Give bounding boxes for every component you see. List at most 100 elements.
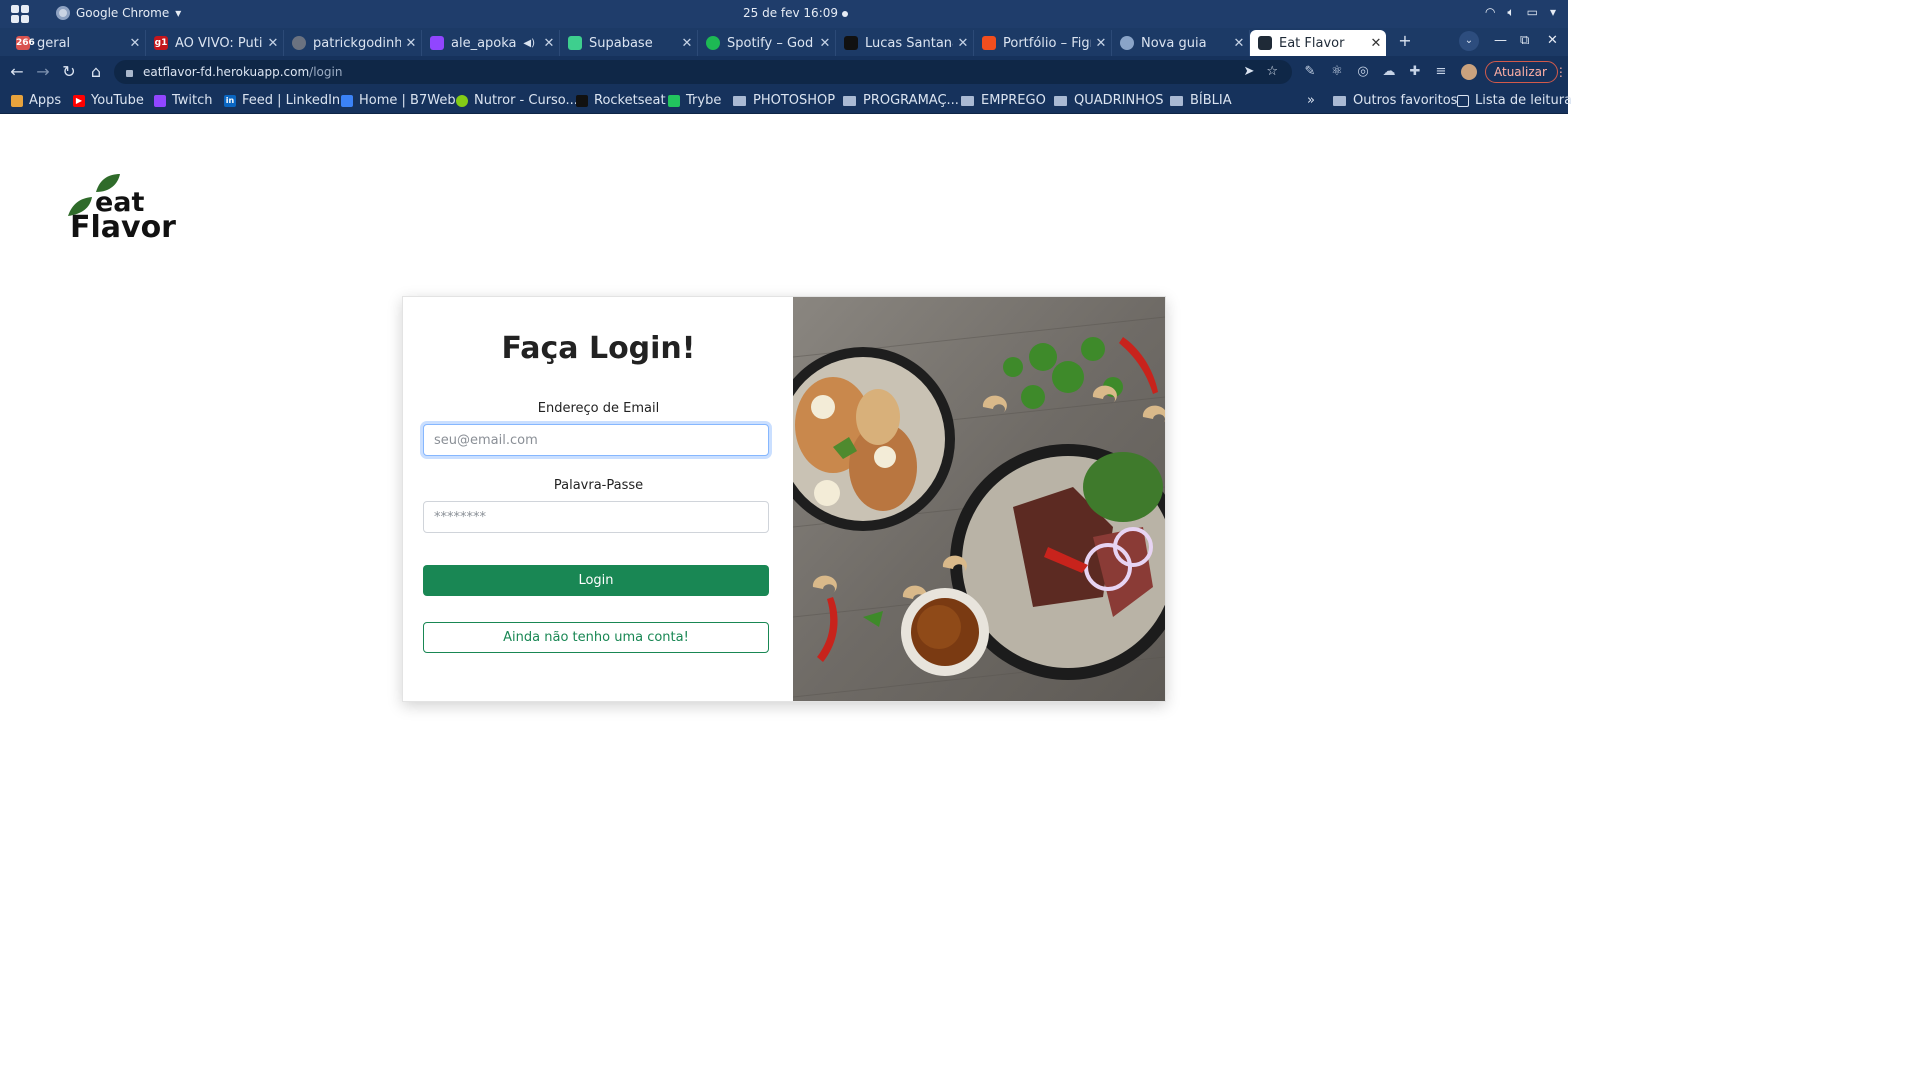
bookmark-other-favorites[interactable]: Outros favoritos: [1333, 93, 1457, 108]
tab-close-icon[interactable]: ✕: [815, 36, 835, 51]
tab-title: Portfólio – Figm: [1003, 35, 1091, 51]
send-tab-icon[interactable]: ➤: [1243, 64, 1254, 79]
battery-icon: ▭: [1526, 5, 1538, 19]
url-path: /login: [309, 65, 343, 79]
reload-icon[interactable]: ↻: [58, 62, 80, 81]
chrome-icon: [56, 6, 70, 20]
tab-close-icon[interactable]: ✕: [1091, 36, 1111, 51]
react-devtools-icon[interactable]: ⚛: [1329, 64, 1345, 80]
signup-button[interactable]: Ainda não tenho uma conta!: [423, 622, 769, 653]
logo-line2: Flavor: [70, 210, 176, 242]
os-top-bar: Google Chrome ▾ 25 de fev 16:09 ◠ 🔈︎ ▭ ▾: [0, 0, 1568, 28]
kebab-menu-icon[interactable]: ⋮: [1555, 65, 1567, 79]
folder-icon: [733, 95, 746, 106]
twitch-icon: [430, 36, 444, 50]
puzzle-extensions-icon[interactable]: ✚: [1407, 64, 1423, 80]
tab-supabase[interactable]: Supabase ✕: [560, 30, 698, 56]
tab-close-icon[interactable]: ✕: [1229, 36, 1249, 51]
tab-geral[interactable]: 266 geral ✕: [8, 30, 146, 56]
tab-close-icon[interactable]: ✕: [263, 36, 283, 51]
target-extension-icon[interactable]: ◎: [1355, 64, 1371, 80]
email-field[interactable]: [423, 424, 769, 456]
reading-list-icon: [1457, 94, 1469, 107]
forward-icon[interactable]: →: [32, 62, 54, 81]
bookmark-trybe[interactable]: Trybe: [668, 93, 721, 108]
youtube-icon: ▶: [73, 94, 85, 107]
tab-close-icon[interactable]: ✕: [677, 36, 697, 51]
bookmark-label: Feed | LinkedIn: [242, 93, 341, 108]
folder-icon: [1170, 95, 1183, 106]
tab-close-icon[interactable]: ✕: [125, 36, 145, 51]
github-icon: [292, 36, 306, 50]
tab-eat-flavor[interactable]: Eat Flavor ✕: [1250, 30, 1386, 56]
tab-nova-guia[interactable]: Nova guia ✕: [1112, 30, 1250, 56]
bookmark-label: Trybe: [686, 93, 722, 108]
bookmark-folder-photoshop[interactable]: PHOTOSHOP: [733, 93, 835, 108]
audio-playing-icon[interactable]: ◀︎): [523, 38, 535, 49]
cloud-extension-icon[interactable]: ☁: [1381, 64, 1397, 80]
tab-title: ale_apoka: [451, 35, 517, 51]
bookmark-folder-biblia[interactable]: BÍBLIA: [1170, 93, 1232, 108]
bookmark-folder-programacao[interactable]: PROGRAMAÇ...: [843, 93, 959, 108]
nutror-icon: [456, 94, 468, 107]
reading-list[interactable]: Lista de leitura: [1457, 93, 1572, 108]
chrome-icon: [1120, 36, 1134, 50]
login-form: Faça Login! Endereço de Email Palavra-Pa…: [403, 297, 793, 701]
b7web-icon: [341, 94, 353, 107]
bookmarks-overflow-icon[interactable]: »: [1307, 93, 1315, 108]
activities-grid-icon[interactable]: [11, 5, 29, 23]
eat-flavor-logo[interactable]: eat Flavor: [66, 172, 176, 242]
lock-icon[interactable]: [126, 69, 133, 77]
bookmark-nutror[interactable]: Nutror - Curso...: [456, 93, 578, 108]
bookmark-b7web[interactable]: Home | B7Web: [341, 93, 456, 108]
app-menu[interactable]: Google Chrome ▾: [56, 6, 181, 20]
bookmark-folder-emprego[interactable]: EMPREGO: [961, 93, 1046, 108]
tab-close-icon[interactable]: ✕: [1366, 36, 1386, 51]
home-icon[interactable]: ⌂: [85, 62, 107, 81]
window-close-icon[interactable]: ✕: [1547, 33, 1558, 48]
bookmark-star-icon[interactable]: ☆: [1266, 64, 1278, 79]
login-button[interactable]: Login: [423, 565, 769, 596]
bookmark-apps[interactable]: Apps: [11, 93, 61, 108]
figma-icon: [982, 36, 996, 50]
tab-ao-vivo[interactable]: g1 AO VIVO: Putin ✕: [146, 30, 284, 56]
address-bar[interactable]: eatflavor-fd.herokuapp.com/login ➤ ☆: [114, 60, 1292, 84]
media-queue-icon[interactable]: ≡: [1433, 64, 1449, 80]
bookmark-label: Home | B7Web: [359, 93, 456, 108]
tab-figma[interactable]: Portfólio – Figm ✕: [974, 30, 1112, 56]
minimize-icon[interactable]: —: [1494, 33, 1507, 48]
folder-icon: [1054, 95, 1067, 106]
volume-icon: 🔈︎: [1507, 5, 1515, 19]
tab-lucas-santana[interactable]: Lucas Santana ✕: [836, 30, 974, 56]
app-name: Google Chrome: [76, 6, 170, 20]
bookmark-label: YouTube: [91, 93, 144, 108]
rocketseat-icon: [576, 94, 588, 107]
site-favicon-icon: [844, 36, 858, 50]
bookmark-folder-quadrinhos[interactable]: QUADRINHOS: [1054, 93, 1164, 108]
url-host: eatflavor-fd.herokuapp.com: [143, 65, 310, 79]
new-tab-icon[interactable]: +: [1395, 31, 1415, 51]
back-icon[interactable]: ←: [6, 62, 28, 81]
tab-close-icon[interactable]: ✕: [539, 36, 559, 51]
clock[interactable]: 25 de fev 16:09: [743, 6, 849, 20]
bookmark-twitch[interactable]: Twitch: [154, 93, 213, 108]
bookmark-rocketseat[interactable]: Rocketseat: [576, 93, 666, 108]
bookmark-label: Apps: [29, 93, 62, 108]
system-tray[interactable]: ◠ 🔈︎ ▭ ▾: [1485, 5, 1556, 20]
tab-spotify[interactable]: Spotify – God Is ✕: [698, 30, 836, 56]
tab-twitch[interactable]: ale_apoka ◀︎) ✕: [422, 30, 560, 56]
update-button[interactable]: Atualizar ⋮: [1485, 61, 1567, 83]
pen-extension-icon[interactable]: ✎: [1302, 64, 1318, 80]
tab-close-icon[interactable]: ✕: [953, 36, 973, 51]
tab-github[interactable]: patrickgodinho ✕: [284, 30, 422, 56]
restore-icon[interactable]: ⧉: [1520, 33, 1529, 48]
profile-avatar[interactable]: [1461, 64, 1477, 80]
bookmark-linkedin[interactable]: in Feed | LinkedIn: [224, 93, 340, 108]
password-field[interactable]: [423, 501, 769, 533]
bookmark-label: Rocketseat: [594, 93, 666, 108]
tab-close-icon[interactable]: ✕: [401, 36, 421, 51]
bookmark-youtube[interactable]: ▶ YouTube: [73, 93, 144, 108]
folder-icon: [843, 95, 856, 106]
tab-search-chevron-icon[interactable]: ⌄: [1459, 31, 1479, 51]
folder-icon: [961, 95, 974, 106]
